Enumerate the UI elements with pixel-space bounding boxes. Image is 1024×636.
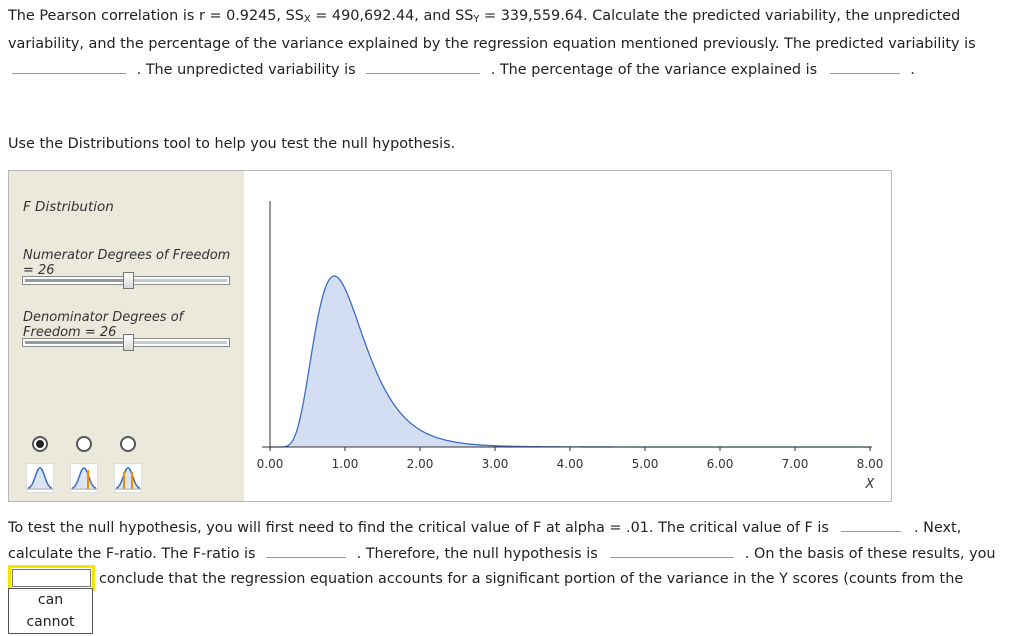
x-tick-label: 7.00 xyxy=(782,457,809,471)
unpredicted-variability-input[interactable] xyxy=(366,57,481,74)
x-axis-label: X xyxy=(865,477,876,492)
radio-distribution-only[interactable] xyxy=(32,436,48,452)
hypothesis-line-2: calculate the F-ratio. The F-ratio is . … xyxy=(8,541,1020,567)
predicted-variability-input[interactable] xyxy=(12,57,126,74)
critical-value-input[interactable] xyxy=(841,515,902,532)
two-tail-cutoff-icon xyxy=(114,463,142,493)
x-tick-label: 1.00 xyxy=(332,457,359,471)
conclusion-dropdown-field[interactable] xyxy=(12,569,91,587)
distributions-tool: F Distribution Numerator Degrees of Free… xyxy=(8,170,892,502)
null-hypothesis-dropdown[interactable] xyxy=(610,541,735,558)
distribution-curve-icon xyxy=(26,463,54,493)
x-tick-label: 6.00 xyxy=(707,457,734,471)
hypothesis-text: To test the null hypothesis, you will fi… xyxy=(8,515,1020,592)
x-tick-label: 2.00 xyxy=(407,457,434,471)
hypothesis-line-3: conclude that the regression equation ac… xyxy=(99,571,964,587)
radio-one-tail[interactable] xyxy=(76,436,92,452)
tool-control-panel: F Distribution Numerator Degrees of Free… xyxy=(9,171,244,501)
percent-variance-input[interactable] xyxy=(829,57,900,74)
x-tick-label: 3.00 xyxy=(482,457,509,471)
distribution-title: F Distribution xyxy=(23,199,114,215)
question-text: The Pearson correlation is r = 0.9245, S… xyxy=(8,4,1020,83)
x-tick-label: 8.00 xyxy=(857,457,884,471)
conclusion-dropdown-options: can cannot xyxy=(8,588,93,634)
dropdown-option-can[interactable]: can xyxy=(9,589,92,611)
numerator-df-slider[interactable] xyxy=(22,272,230,289)
question-line-1: The Pearson correlation is r = 0.9245, S… xyxy=(8,8,961,25)
x-tick-label: 0.00 xyxy=(257,457,284,471)
denominator-df-slider[interactable] xyxy=(22,334,230,351)
dropdown-option-cannot[interactable]: cannot xyxy=(9,611,92,633)
radio-two-tail[interactable] xyxy=(120,436,136,452)
denominator-df-slider-thumb[interactable] xyxy=(123,334,134,351)
question-line-2: variability, and the percentage of the v… xyxy=(8,36,976,52)
f-distribution-area xyxy=(270,276,870,447)
question-line-3: . The unpredicted variability is . The p… xyxy=(8,57,1020,83)
x-tick-label: 5.00 xyxy=(632,457,659,471)
x-tick-label: 4.00 xyxy=(557,457,584,471)
instruction-text: Use the Distributions tool to help you t… xyxy=(8,136,456,152)
hypothesis-line-1: To test the null hypothesis, you will fi… xyxy=(8,515,1020,541)
f-distribution-chart: 0.00 1.00 2.00 3.00 4.00 5.00 6.00 7.00 8.00 X xyxy=(257,201,884,492)
f-ratio-input[interactable] xyxy=(266,541,347,558)
numerator-df-slider-thumb[interactable] xyxy=(123,272,134,289)
one-tail-cutoff-icon xyxy=(70,463,98,493)
